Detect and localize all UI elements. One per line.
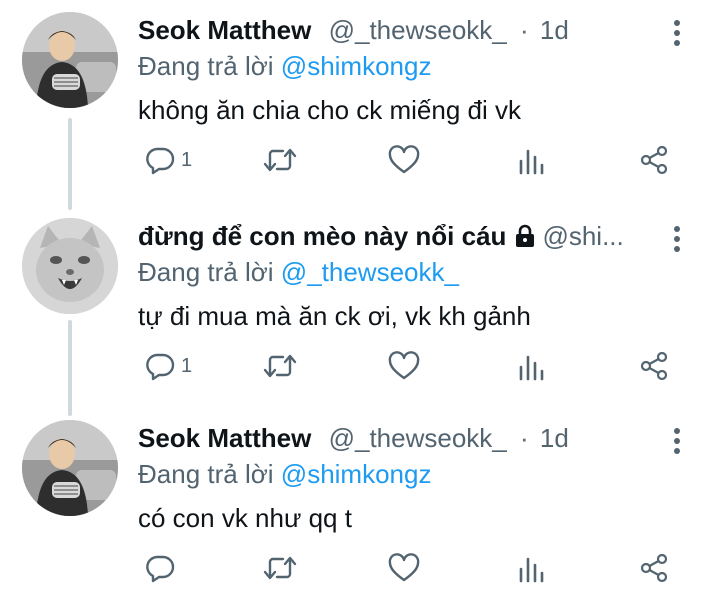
share-icon: [640, 553, 668, 583]
cat-avatar-icon: [22, 218, 118, 314]
reply-text: tự đi mua mà ăn ck ơi, vk kh gảnh: [138, 301, 531, 331]
heart-icon: [388, 553, 420, 582]
reply-item[interactable]: Seok Matthew @_thewseokk_ · 1d Đang trả …: [0, 418, 720, 600]
more-options-icon[interactable]: [667, 18, 687, 48]
reply-header: đừng để con mèo này nổi cáu @shi...: [138, 216, 698, 256]
replying-to-line: Đang trả lời @shimkongz: [138, 454, 431, 494]
avatar[interactable]: [22, 218, 118, 314]
like-button[interactable]: [388, 140, 420, 180]
analytics-icon: [519, 149, 544, 175]
analytics-button[interactable]: [518, 140, 544, 180]
retweet-icon: [263, 148, 297, 172]
user-handle[interactable]: @_thewseokk_: [329, 423, 507, 453]
analytics-icon: [519, 557, 544, 583]
separator-dot: ·: [520, 15, 529, 45]
display-name[interactable]: Seok Matthew: [138, 15, 311, 45]
person-on-couch-avatar-icon: [22, 12, 118, 108]
display-name[interactable]: đừng để con mèo này nổi cáu: [138, 221, 506, 251]
more-options-icon[interactable]: [667, 224, 687, 254]
retweet-icon: [263, 556, 297, 580]
heart-icon: [388, 145, 420, 174]
replying-to-label: Đang trả lời: [138, 459, 274, 489]
comment-icon: [146, 555, 175, 583]
reply-header: Seok Matthew @_thewseokk_ · 1d: [138, 10, 698, 50]
avatar[interactable]: [22, 12, 118, 108]
lock-icon: [514, 219, 536, 259]
person-on-couch-avatar-icon: [22, 420, 118, 516]
share-button[interactable]: [639, 346, 669, 386]
share-icon: [640, 351, 668, 381]
heart-icon: [388, 351, 420, 380]
share-button[interactable]: [639, 140, 669, 180]
analytics-button[interactable]: [518, 346, 544, 386]
action-bar: 1: [0, 346, 720, 386]
action-bar: 1: [0, 140, 720, 180]
analytics-button[interactable]: [518, 548, 544, 588]
comment-icon: [146, 147, 175, 175]
replying-to-label: Đang trả lời: [138, 51, 274, 81]
display-name[interactable]: Seok Matthew: [138, 423, 311, 453]
retweet-button[interactable]: [263, 346, 297, 386]
retweet-icon: [263, 354, 297, 378]
reply-count: 1: [181, 354, 193, 377]
avatar[interactable]: [22, 420, 118, 516]
analytics-icon: [519, 355, 544, 381]
retweet-button[interactable]: [263, 548, 297, 588]
mention-link[interactable]: @shimkongz: [281, 459, 432, 489]
reply-item[interactable]: Seok Matthew @_thewseokk_ · 1d Đang trả …: [0, 10, 720, 200]
share-icon: [640, 145, 668, 175]
like-button[interactable]: [388, 346, 420, 386]
action-bar: [0, 548, 720, 588]
replying-to-line: Đang trả lời @shimkongz: [138, 46, 431, 86]
reply-button[interactable]: 1: [145, 346, 192, 386]
mention-link[interactable]: @_thewseokk_: [281, 257, 459, 287]
reply-text: có con vk như qq t: [138, 503, 352, 533]
mention-link[interactable]: @shimkongz: [281, 51, 432, 81]
timestamp[interactable]: 1d: [540, 15, 569, 45]
retweet-button[interactable]: [263, 140, 297, 180]
timestamp[interactable]: 1d: [540, 423, 569, 453]
reply-button[interactable]: [145, 548, 181, 588]
reply-header: Seok Matthew @_thewseokk_ · 1d: [138, 418, 698, 458]
share-button[interactable]: [639, 548, 669, 588]
like-button[interactable]: [388, 548, 420, 588]
reply-button[interactable]: 1: [145, 140, 192, 180]
reply-count: 1: [181, 148, 193, 171]
replying-to-line: Đang trả lời @_thewseokk_: [138, 252, 459, 292]
comment-icon: [146, 353, 175, 381]
replying-to-label: Đang trả lời: [138, 257, 274, 287]
separator-dot: ·: [520, 423, 529, 453]
reply-text: không ăn chia cho ck miếng đi vk: [138, 95, 521, 125]
user-handle[interactable]: @_thewseokk_: [329, 15, 507, 45]
more-options-icon[interactable]: [667, 426, 687, 456]
user-handle[interactable]: @shi...: [542, 221, 623, 251]
reply-item[interactable]: đừng để con mèo này nổi cáu @shi... Đang …: [0, 216, 720, 406]
